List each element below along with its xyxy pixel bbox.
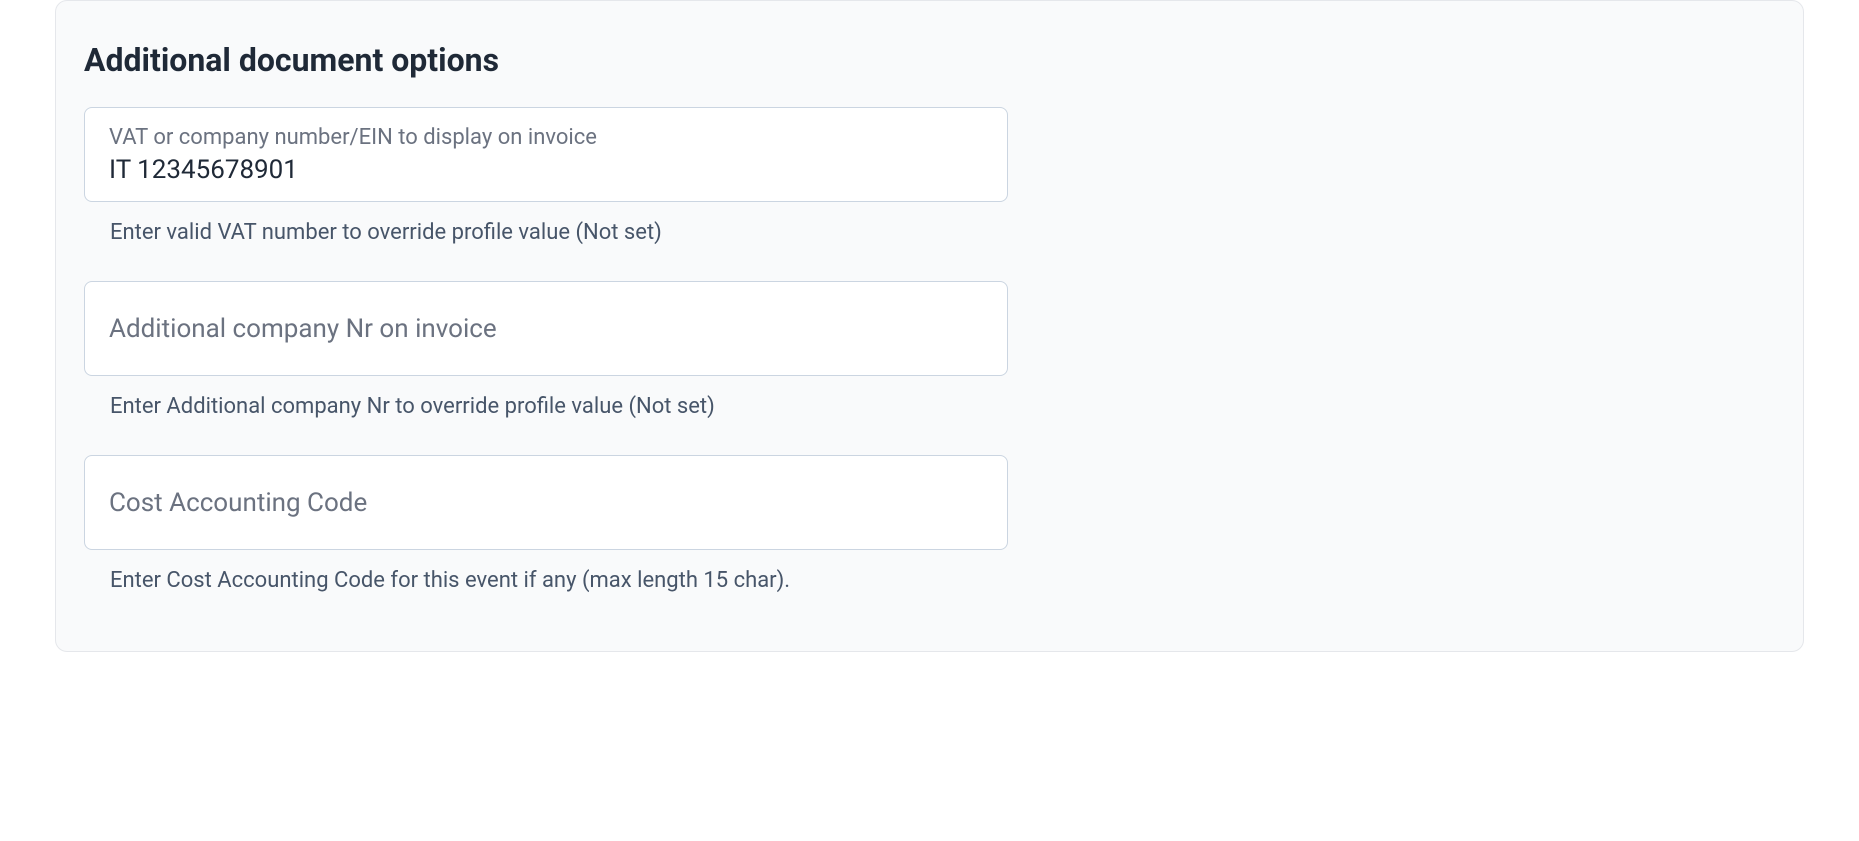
document-options-panel: Additional document options VAT or compa…: [55, 0, 1804, 652]
company-nr-input-container[interactable]: [84, 281, 1008, 376]
cost-code-input-container[interactable]: [84, 455, 1008, 550]
company-nr-form-group: Enter Additional company Nr to override …: [84, 281, 1008, 423]
cost-code-input[interactable]: [109, 488, 983, 518]
vat-input[interactable]: [109, 155, 983, 185]
cost-code-form-group: Enter Cost Accounting Code for this even…: [84, 455, 1008, 597]
company-nr-input[interactable]: [109, 314, 983, 344]
vat-input-container[interactable]: VAT or company number/EIN to display on …: [84, 107, 1008, 202]
cost-code-help-text: Enter Cost Accounting Code for this even…: [110, 566, 1008, 597]
vat-label: VAT or company number/EIN to display on …: [109, 124, 983, 153]
section-title: Additional document options: [84, 41, 1775, 79]
company-nr-help-text: Enter Additional company Nr to override …: [110, 392, 1008, 423]
vat-help-text: Enter valid VAT number to override profi…: [110, 218, 1008, 249]
vat-form-group: VAT or company number/EIN to display on …: [84, 107, 1008, 249]
